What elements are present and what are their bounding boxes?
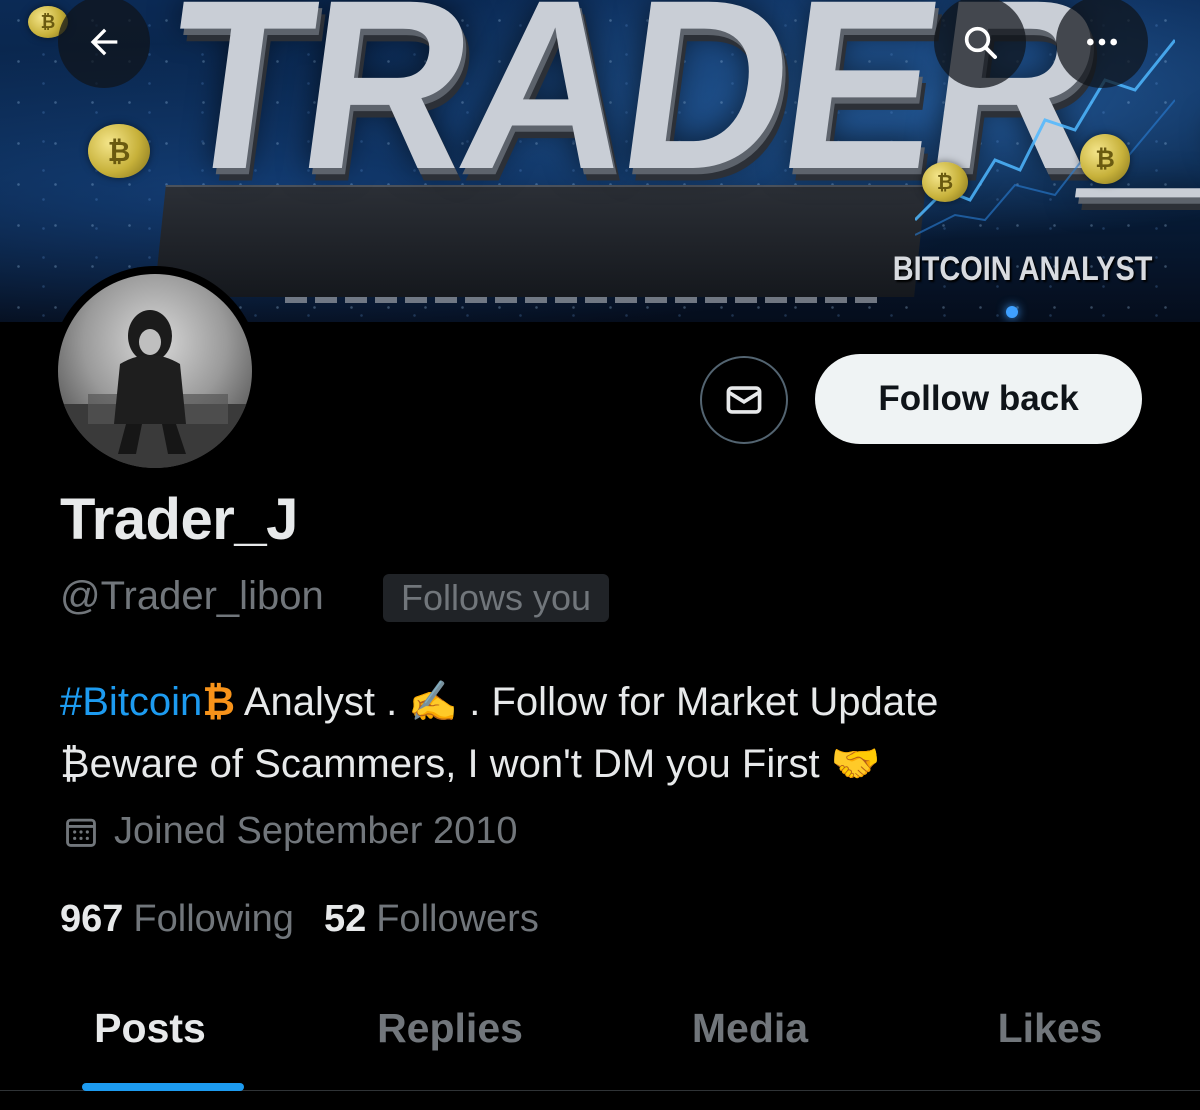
banner-subtitle: BITCOIN ANALYST [892, 250, 1152, 288]
display-name: Trader_J [60, 487, 298, 552]
following-count: 967 [60, 898, 124, 940]
writing-hand-emoji: ✍️ [408, 680, 459, 724]
followers-label: Followers [376, 898, 539, 940]
message-button[interactable] [700, 356, 788, 444]
tab-likes[interactable]: Likes [900, 985, 1200, 1090]
hashtag-link[interactable]: #Bitcoin [60, 680, 202, 724]
back-button[interactable] [58, 0, 150, 88]
joined-text: Joined September 2010 [114, 810, 518, 852]
following-label: Following [133, 898, 294, 940]
follow-stats: 967 Following 52 Followers [60, 898, 539, 941]
follow-back-button[interactable]: Follow back [815, 354, 1142, 444]
profile-bio: #Bitcoin₿ Analyst . ✍️ . Follow for Mark… [60, 671, 1160, 795]
calendar-icon [66, 818, 96, 847]
banner-divider [285, 297, 885, 303]
avatar-image [58, 274, 252, 468]
envelope-icon [726, 386, 762, 414]
joined-date: Joined September 2010 [62, 810, 518, 853]
follows-you-badge: Follows you [383, 574, 610, 622]
user-handle: @Trader_libon [60, 574, 324, 618]
banner-glow-dot [1006, 306, 1018, 318]
bitcoin-coin-icon: ₿ [88, 124, 150, 178]
bitcoin-coin-icon: ₿ [922, 162, 968, 202]
following-link[interactable]: 967 Following [60, 898, 294, 941]
bitcoin-symbol: ₿ [202, 680, 235, 724]
profile-tabs: Posts Replies Media Likes [0, 985, 1200, 1091]
more-options-button[interactable] [1056, 0, 1148, 88]
more-horizontal-icon [1087, 38, 1117, 46]
search-icon [964, 26, 997, 59]
tab-posts[interactable]: Posts [0, 985, 300, 1090]
arrow-left-icon [90, 28, 118, 56]
bitcoin-coin-icon: ₿ [1080, 134, 1130, 184]
bio-text: Analyst . [234, 680, 409, 724]
handshake-emoji: 🤝 [830, 742, 881, 786]
tab-replies[interactable]: Replies [300, 985, 600, 1090]
hooded-figure-graphic [58, 310, 252, 468]
search-button[interactable] [934, 0, 1026, 88]
bio-text: . Follow for Market Update [458, 680, 939, 724]
tab-media[interactable]: Media [600, 985, 900, 1090]
followers-link[interactable]: 52 Followers [324, 898, 539, 941]
followers-count: 52 [323, 898, 367, 940]
profile-avatar[interactable] [50, 266, 260, 476]
bio-text: ₿eware of Scammers, I won't DM you First [60, 742, 831, 786]
active-tab-indicator [82, 1083, 244, 1091]
